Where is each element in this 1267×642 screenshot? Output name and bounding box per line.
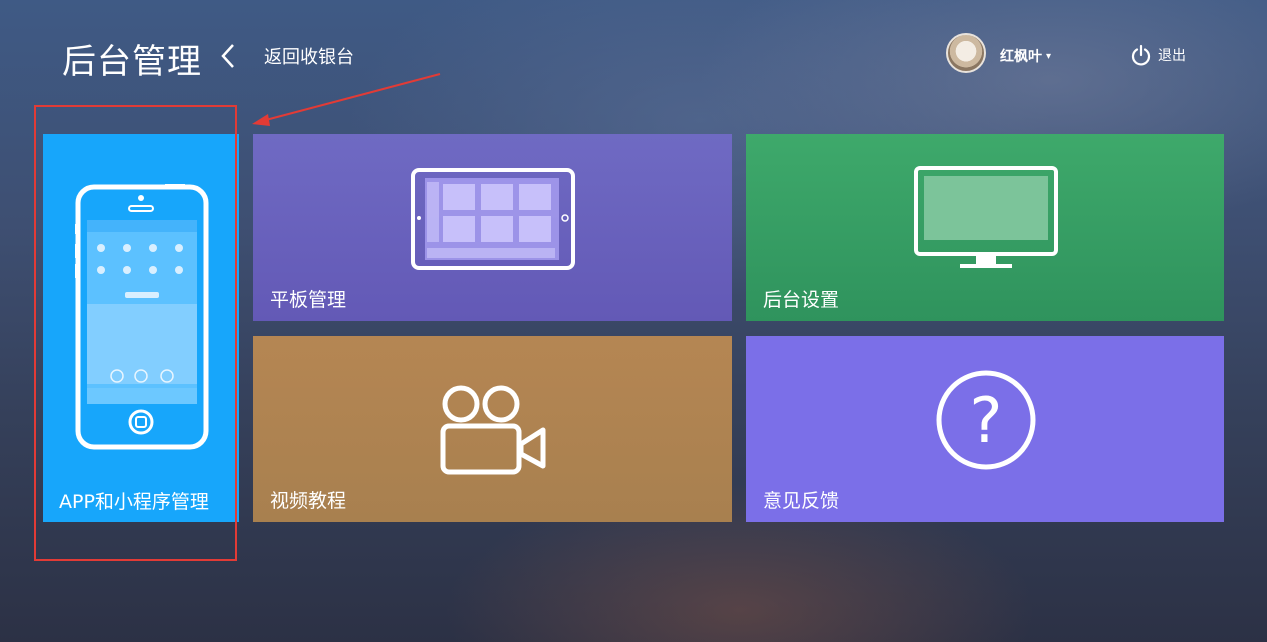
tile-label: 平板管理 (270, 289, 347, 311)
video-camera-icon (440, 385, 546, 475)
monitor-icon (914, 166, 1058, 268)
header: 后台管理 返回收银台 红枫叶 ▾ 退出 (0, 0, 1267, 110)
tile-feedback[interactable]: ? 意见反馈 (746, 336, 1224, 522)
tile-video-tutorial[interactable]: 视频教程 (253, 336, 732, 522)
tile-label: 后台设置 (763, 289, 840, 311)
logout-label: 退出 (1158, 48, 1186, 64)
tile-app-mini-program[interactable]: APP和小程序管理 (43, 134, 239, 522)
svg-text:?: ? (970, 384, 1003, 457)
chevron-left-icon (221, 44, 234, 68)
tile-label: 视频教程 (270, 490, 347, 512)
question-icon: ? (936, 370, 1036, 470)
tile-tablet[interactable]: 平板管理 (253, 134, 732, 321)
back-label: 返回收银台 (264, 47, 354, 68)
power-icon (1131, 44, 1151, 66)
tile-label: 意见反馈 (763, 490, 840, 512)
tile-label: APP和小程序管理 (59, 491, 209, 513)
avatar (946, 33, 986, 73)
tile-backend-settings[interactable]: 后台设置 (746, 134, 1224, 321)
logout-button[interactable]: 退出 (1130, 42, 1200, 68)
caret-down-icon: ▾ (1046, 51, 1052, 62)
back-to-cashier-link[interactable]: 返回收银台 (218, 40, 368, 70)
page-title: 后台管理 (62, 42, 202, 82)
username: 红枫叶 (1000, 49, 1042, 65)
tablet-icon (411, 168, 575, 270)
user-menu[interactable]: 红枫叶 ▾ (946, 33, 1066, 75)
phone-icon (75, 184, 209, 450)
